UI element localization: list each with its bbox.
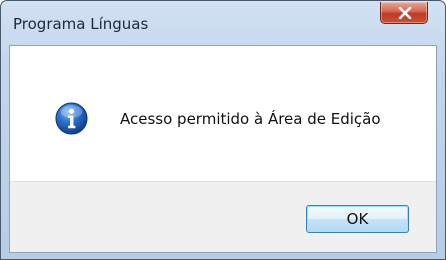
close-icon (398, 7, 412, 19)
button-bar: OK (10, 181, 436, 252)
dialog-window: Programa Línguas Acesso permitido à Área… (0, 0, 446, 260)
message-area: Acesso permitido à Área de Edição (10, 46, 436, 181)
title-bar[interactable]: Programa Línguas (1, 1, 445, 45)
close-button[interactable] (380, 2, 428, 24)
ok-button[interactable]: OK (306, 205, 409, 233)
dialog-message: Acesso permitido à Área de Edição (120, 110, 381, 128)
dialog-body: Acesso permitido à Área de Edição OK (9, 45, 437, 253)
window-title: Programa Línguas (13, 15, 149, 33)
info-icon (55, 102, 88, 135)
